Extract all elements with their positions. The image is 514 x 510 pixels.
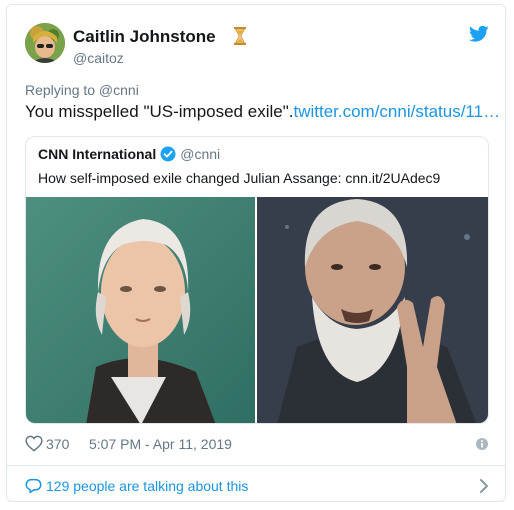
chevron-right-icon[interactable] <box>479 478 489 494</box>
conversation-link[interactable]: 129 people are talking about this <box>25 477 489 495</box>
conversation-text[interactable]: 129 people are talking about this <box>46 478 248 494</box>
verified-badge-icon <box>160 146 176 162</box>
info-icon[interactable] <box>475 437 489 451</box>
avatar-icon <box>25 23 65 63</box>
tweet-header: Caitlin Johnstone @caitoz <box>25 23 489 71</box>
tweet-text: You misspelled "US-imposed exile".twitte… <box>25 102 500 122</box>
quoted-header: CNN International @cnni <box>38 146 220 164</box>
heart-icon[interactable] <box>25 435 43 452</box>
quoted-text: How self-imposed exile changed Julian As… <box>38 170 441 186</box>
quoted-author-name: CNN International <box>38 146 157 162</box>
timestamp[interactable]: 5:07 PM - Apr 11, 2019 <box>89 436 232 452</box>
quoted-author-handle: @cnni <box>180 146 221 162</box>
replying-to[interactable]: Replying to @cnni <box>25 82 139 98</box>
tweet-footer: 370 5:07 PM - Apr 11, 2019 <box>25 434 489 454</box>
tweet-body: You misspelled "US-imposed exile". <box>25 102 294 121</box>
hourglass-icon <box>234 27 246 45</box>
quoted-tweet[interactable]: CNN International @cnni How self-imposed… <box>25 136 489 424</box>
tweet-card: Caitlin Johnstone @caitoz Replying to @c… <box>6 4 506 502</box>
reply-bubble-icon <box>25 478 42 494</box>
twitter-bird-icon[interactable] <box>469 25 489 43</box>
tweet-link[interactable]: twitter.com/cnni/status/11… <box>293 102 500 121</box>
avatar[interactable] <box>25 23 65 63</box>
divider <box>7 465 505 466</box>
author-name[interactable]: Caitlin Johnstone <box>73 27 216 47</box>
author-handle[interactable]: @caitoz <box>73 50 124 66</box>
like-count[interactable]: 370 <box>46 436 69 452</box>
photo-right[interactable] <box>257 197 489 424</box>
quoted-media[interactable] <box>26 197 489 424</box>
photo-left[interactable] <box>26 197 255 424</box>
